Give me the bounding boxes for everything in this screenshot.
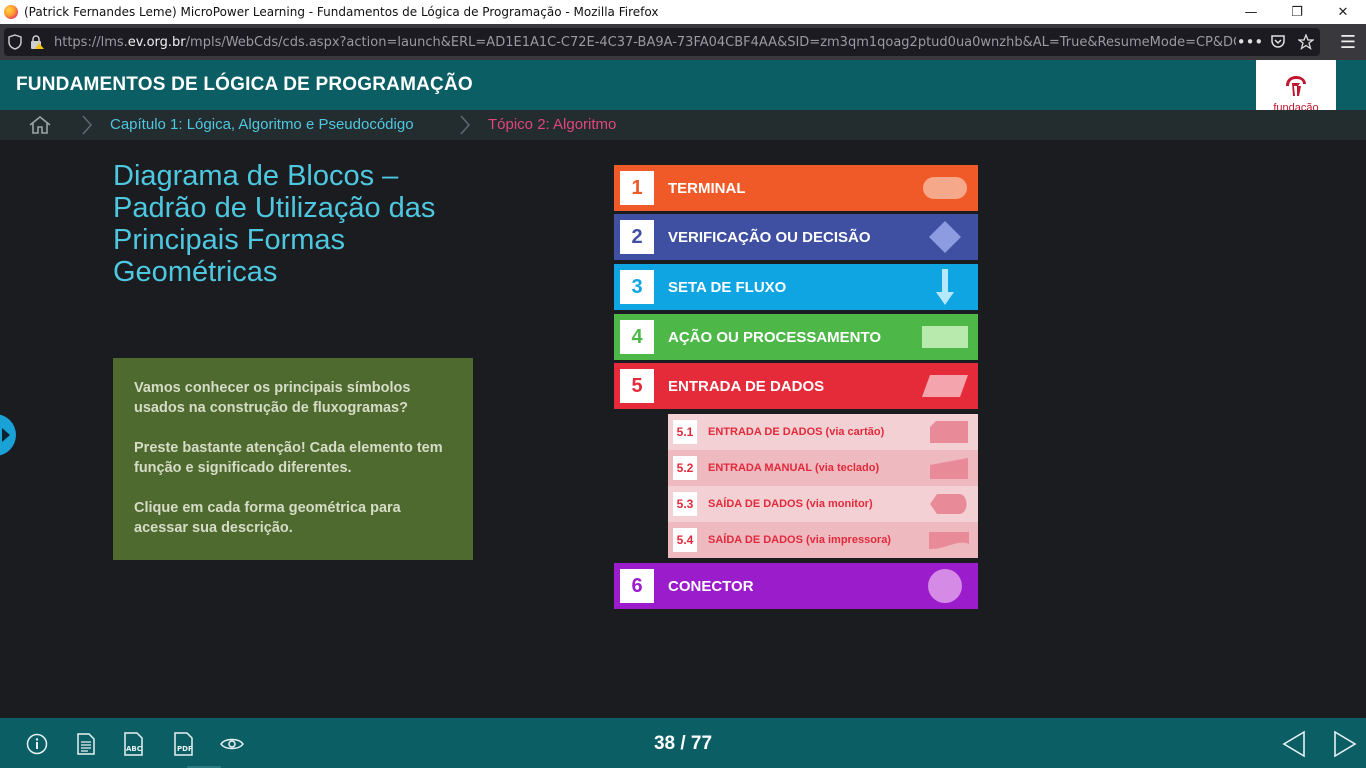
page-counter: 38 / 77 — [653, 733, 713, 754]
subshape-number: 5.2 — [673, 456, 697, 480]
browser-navbar: https://lms.ev.org.br/mpls/WebCds/cds.as… — [0, 24, 1366, 60]
shape-process-button[interactable]: 4 AÇÃO OU PROCESSAMENTO — [614, 314, 978, 360]
circle-icon — [920, 563, 970, 609]
display-icon — [928, 486, 970, 522]
window-titlebar: (Patrick Fernandes Leme) MicroPower Lear… — [0, 0, 1366, 24]
chevron-right-icon — [82, 115, 93, 135]
subshape-number: 5.4 — [673, 528, 697, 552]
shape-flow-arrow-button[interactable]: 3 SETA DE FLUXO — [614, 264, 978, 310]
shape-number: 5 — [620, 369, 654, 403]
glossary-icon[interactable]: ABC — [122, 732, 146, 756]
subshape-manual-input-button[interactable]: 5.2 ENTRADA MANUAL (via teclado) — [668, 450, 978, 486]
course-title: FUNDAMENTOS DE LÓGICA DE PROGRAMAÇÃO — [16, 74, 473, 95]
shape-number: 1 — [620, 171, 654, 205]
lock-warning-icon[interactable] — [26, 28, 48, 56]
shape-number: 2 — [620, 220, 654, 254]
chevron-right-icon — [460, 115, 471, 135]
course-footer: ABC PDF 38 / 77 — [0, 718, 1366, 768]
manual-input-icon — [928, 450, 970, 486]
url-bar[interactable]: https://lms.ev.org.br/mpls/WebCds/cds.as… — [4, 28, 1320, 56]
shape-number: 6 — [620, 569, 654, 603]
info-paragraph: Preste bastante atenção! Cada elemento t… — [134, 440, 443, 476]
glossary-icon-label: ABC — [126, 745, 142, 753]
side-panel-toggle[interactable] — [0, 414, 16, 456]
breadcrumb-topic[interactable]: Tópico 2: Algoritmo — [488, 116, 616, 133]
info-icon[interactable] — [25, 732, 49, 756]
more-actions-icon[interactable]: ••• — [1236, 28, 1264, 56]
play-arrow-icon — [2, 428, 10, 442]
subshape-printer-button[interactable]: 5.4 SAÍDA DE DADOS (via impressora) — [668, 522, 978, 558]
view-icon[interactable] — [220, 732, 244, 756]
data-input-subpanel: 5.1 ENTRADA DE DADOS (via cartão) 5.2 EN… — [668, 414, 978, 558]
shape-decision-button[interactable]: 2 VERIFICAÇÃO OU DECISÃO — [614, 214, 978, 260]
hamburger-menu-icon[interactable]: ☰ — [1336, 30, 1360, 54]
breadcrumb-chapter[interactable]: Capítulo 1: Lógica, Algoritmo e Pseudocó… — [110, 116, 414, 133]
rectangle-icon — [920, 314, 970, 360]
diamond-icon — [920, 214, 970, 260]
minimize-icon[interactable]: — — [1228, 0, 1274, 24]
card-icon — [928, 414, 970, 450]
arrow-down-icon — [920, 264, 970, 310]
subshape-number: 5.1 — [673, 420, 697, 444]
info-paragraph: Clique em cada forma geométrica para ace… — [134, 500, 401, 536]
parallelogram-icon — [920, 363, 970, 409]
shape-number: 3 — [620, 270, 654, 304]
subshape-card-button[interactable]: 5.1 ENTRADA DE DADOS (via cartão) — [668, 414, 978, 450]
bookmark-star-icon[interactable] — [1292, 28, 1320, 56]
shield-icon[interactable] — [4, 28, 26, 56]
subshape-number: 5.3 — [673, 492, 697, 516]
firefox-icon — [4, 5, 18, 19]
pdf-icon[interactable]: PDF — [172, 732, 196, 756]
breadcrumb: Capítulo 1: Lógica, Algoritmo e Pseudocó… — [0, 110, 1366, 140]
subshape-display-button[interactable]: 5.3 SAÍDA DE DADOS (via monitor) — [668, 486, 978, 522]
pdf-icon-label: PDF — [177, 745, 193, 753]
previous-page-icon[interactable] — [1281, 730, 1309, 758]
shape-number: 4 — [620, 320, 654, 354]
info-box: Vamos conhecer os principais símbolos us… — [113, 358, 473, 560]
terminal-icon — [920, 165, 970, 211]
info-paragraph: Vamos conhecer os principais símbolos us… — [134, 380, 411, 416]
bradesco-tree-icon — [1286, 76, 1306, 96]
notes-icon[interactable] — [74, 732, 98, 756]
restore-icon[interactable]: ❐ — [1274, 0, 1320, 24]
next-page-icon[interactable] — [1330, 730, 1358, 758]
course-header: FUNDAMENTOS DE LÓGICA DE PROGRAMAÇÃO — [0, 60, 1366, 110]
window-title: (Patrick Fernandes Leme) MicroPower Lear… — [24, 5, 659, 19]
document-icon — [928, 522, 970, 558]
shape-terminal-button[interactable]: 1 TERMINAL — [614, 165, 978, 211]
home-icon[interactable] — [28, 115, 52, 135]
pocket-icon[interactable] — [1264, 28, 1292, 56]
shape-data-input-button[interactable]: 5 ENTRADA DE DADOS — [614, 363, 978, 409]
url-text[interactable]: https://lms.ev.org.br/mpls/WebCds/cds.as… — [54, 35, 1236, 50]
shape-connector-button[interactable]: 6 CONECTOR — [614, 563, 978, 609]
close-icon[interactable]: ✕ — [1320, 0, 1366, 24]
slide-heading: Diagrama de Blocos – Padrão de Utilizaçã… — [113, 160, 436, 288]
